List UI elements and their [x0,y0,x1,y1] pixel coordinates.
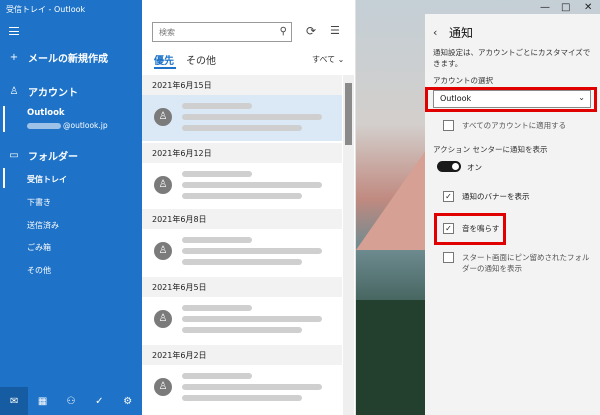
banner-label: 通知のバナーを表示 [462,192,530,201]
date-header: 2021年6月12日 [142,143,342,163]
apply-all-label: すべてのアカウントに適用する [462,121,567,130]
pinned-checkbox-row[interactable]: スタート画面にピン留めされたフォルダーの通知を表示 [443,252,593,274]
accounts-label: アカウント [28,88,78,99]
selection-mode-icon[interactable]: ☰ [330,24,340,37]
blurred-preview [182,259,302,265]
mail-item[interactable]: ♙ [142,163,342,209]
bottom-app-bar: ✉ ▦ ⚇ ✓ ⚙ [0,387,142,415]
mail-icon[interactable]: ✉ [0,387,29,415]
toggle-state-label: オン [467,163,482,172]
blurred-email-user [27,123,61,129]
tab-focused[interactable]: 優先 [154,52,174,67]
new-mail-label: メールの新規作成 [28,54,108,65]
panel-title: 通知 [449,26,474,40]
toggle-knob [452,163,459,170]
filter-dropdown[interactable]: すべて ⌄ [312,54,344,65]
blurred-preview [182,193,302,199]
blurred-preview [182,327,302,333]
account-email: @outlook.jp [27,121,108,130]
mail-item[interactable]: ♙ [142,365,342,411]
mail-list-scrollbar[interactable] [343,75,354,415]
pinned-label: スタート画面にピン留めされたフォルダーの通知を表示 [462,253,590,273]
folder-inbox[interactable]: 受信トレイ [0,174,142,185]
account-select-label: アカウントの選択 [433,76,493,85]
sidebar: 受信トレイ - Outlook + メールの新規作成 ♙ アカウント Outlo… [0,0,142,415]
folder-drafts[interactable]: 下書き [0,197,142,208]
mail-item[interactable]: ♙ [142,229,342,275]
search-icon[interactable]: ⚲ [280,26,287,37]
settings-gear-icon[interactable]: ⚙ [114,387,142,415]
folder-trash[interactable]: ごみ箱 [0,242,142,253]
mail-item[interactable]: ♙ [142,297,342,343]
tab-other[interactable]: その他 [186,52,216,67]
minimize-icon[interactable]: — [540,2,550,13]
accounts-header[interactable]: ♙ アカウント [0,84,142,99]
maximize-icon[interactable]: □ [561,2,570,13]
close-icon[interactable]: ✕ [584,2,592,13]
blurred-subject [182,182,322,188]
apply-all-checkbox-row[interactable]: すべてのアカウントに適用する [443,120,566,131]
blurred-sender [182,305,252,311]
blurred-preview [182,125,302,131]
sync-icon[interactable]: ⟳ [306,24,316,38]
todo-icon[interactable]: ✓ [85,387,113,415]
banner-checkbox-row[interactable]: ✓ 通知のバナーを表示 [443,191,530,202]
folder-other[interactable]: その他 [0,265,142,276]
pinned-checkbox[interactable] [443,252,454,263]
blurred-subject [182,114,322,120]
search-input[interactable]: 検索 ⚲ [152,22,292,42]
avatar-person-icon: ♙ [154,378,172,396]
blurred-sender [182,171,252,177]
folder-sent[interactable]: 送信済み [0,220,142,231]
people-icon[interactable]: ⚇ [57,387,85,415]
highlight-box-account-select [425,87,597,112]
banner-checkbox[interactable]: ✓ [443,191,454,202]
account-email-suffix: @outlook.jp [63,121,108,130]
avatar-person-icon: ♙ [154,176,172,194]
action-center-label: アクション センターに通知を表示 [433,145,548,154]
folder-icon: ▭ [9,150,19,161]
action-center-toggle[interactable] [437,161,461,172]
new-mail-button[interactable]: + メールの新規作成 [0,50,142,65]
mail-item[interactable]: ♙ [142,95,342,141]
tab-underline [154,67,176,69]
blurred-sender [182,237,252,243]
account-selection-indicator [3,106,5,132]
blurred-sender [182,373,252,379]
avatar-person-icon: ♙ [154,242,172,260]
mail-list-pane: 検索 ⚲ ⟳ ☰ 優先 その他 すべて ⌄ 2021年6月15日 ♙ 2021年… [142,0,356,415]
avatar-person-icon: ♙ [154,108,172,126]
hamburger-menu-icon[interactable] [9,27,19,35]
folders-label: フォルダー [28,152,78,163]
folders-header[interactable]: ▭ フォルダー [0,148,142,163]
date-header: 2021年6月5日 [142,277,342,297]
forest-shape [356,300,426,415]
person-icon: ♙ [9,86,19,97]
blurred-subject [182,248,322,254]
blurred-subject [182,316,322,322]
panel-description: 通知設定は、アカウントごとにカスタマイズできます。 [433,48,591,68]
back-arrow-icon[interactable]: ‹ [433,26,437,39]
avatar-person-icon: ♙ [154,310,172,328]
account-name[interactable]: Outlook [27,108,65,118]
blurred-subject [182,384,322,390]
date-header: 2021年6月2日 [142,345,342,365]
date-header: 2021年6月15日 [142,75,342,95]
calendar-icon[interactable]: ▦ [29,387,57,415]
window-title: 受信トレイ - Outlook [6,5,86,14]
highlight-box-sound [434,213,506,245]
blurred-sender [182,103,252,109]
apply-all-checkbox[interactable] [443,120,454,131]
scrollbar-thumb[interactable] [345,83,352,145]
date-header: 2021年6月8日 [142,209,342,229]
blurred-preview [182,395,302,401]
search-placeholder: 検索 [159,28,175,37]
plus-icon: + [9,52,19,63]
